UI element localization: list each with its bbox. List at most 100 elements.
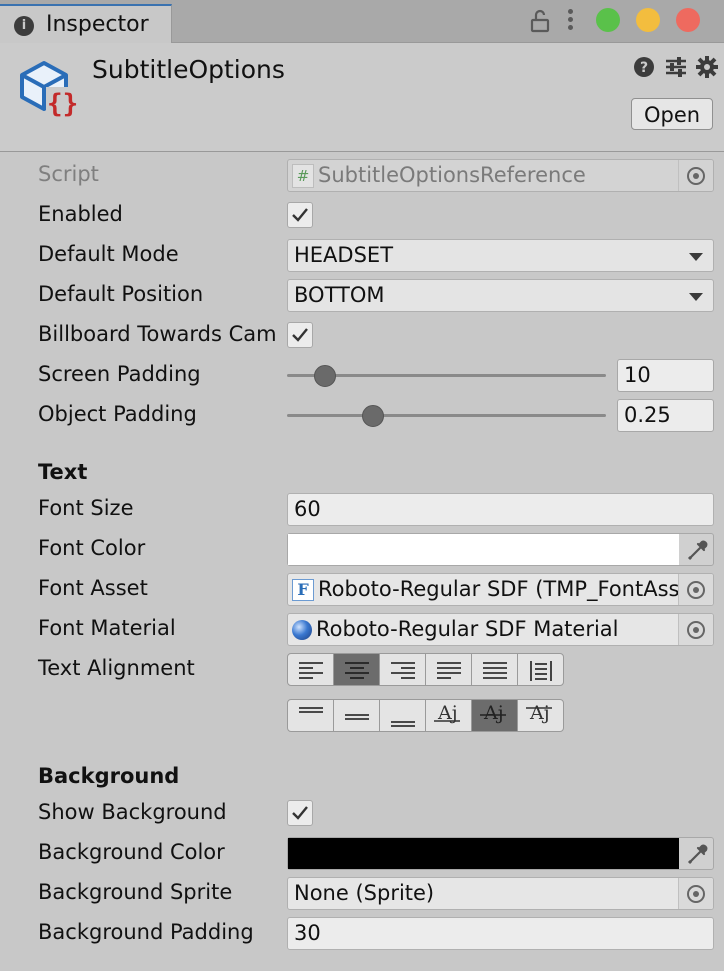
align-middle-icon (345, 714, 369, 720)
align-baseline-button[interactable]: Aj (425, 699, 472, 732)
background-color-swatch[interactable] (288, 838, 679, 869)
object-picker-button[interactable] (678, 614, 713, 645)
default-position-dropdown[interactable]: BOTTOM (287, 279, 714, 312)
default-position-label: Default Position (38, 282, 204, 306)
background-sprite-value: None (Sprite) (294, 881, 435, 905)
font-size-input[interactable]: 60 (287, 493, 714, 526)
maximize-button[interactable] (596, 8, 620, 32)
checkmark-icon (292, 328, 308, 342)
background-color-field[interactable] (287, 837, 714, 870)
font-asset-icon: F (292, 579, 314, 601)
enabled-checkbox[interactable] (287, 202, 313, 228)
material-icon (292, 620, 312, 640)
minimize-button[interactable] (636, 8, 660, 32)
align-baseline-icon (434, 720, 460, 722)
show-background-checkbox[interactable] (287, 800, 313, 826)
geometry-center-button[interactable] (517, 653, 564, 686)
background-section-heading: Background (38, 764, 180, 788)
close-button[interactable] (676, 8, 700, 32)
align-capline-button[interactable]: Aj (517, 699, 564, 732)
align-bottom-button[interactable] (379, 699, 426, 732)
font-material-field[interactable]: Roboto-Regular SDF Material (287, 613, 714, 646)
align-left-icon (299, 662, 323, 679)
align-center-icon (345, 662, 369, 679)
eyedropper-icon[interactable] (681, 840, 711, 867)
font-material-value: Roboto-Regular SDF Material (316, 617, 619, 641)
object-picker-button[interactable] (678, 878, 713, 909)
font-color-field[interactable] (287, 533, 714, 566)
screen-padding-label: Screen Padding (38, 362, 201, 386)
flush-icon (483, 662, 507, 679)
font-asset-value: Roboto-Regular SDF (TMP_FontAsset) (318, 577, 709, 601)
align-bottom-icon (391, 721, 415, 727)
billboard-label: Billboard Towards Cam (38, 322, 277, 346)
open-button[interactable]: Open (631, 98, 713, 130)
font-size-label: Font Size (38, 496, 134, 520)
enabled-label: Enabled (38, 202, 123, 226)
default-mode-value: HEADSET (294, 243, 394, 267)
scriptable-object-icon: {} (20, 61, 78, 119)
screen-padding-input[interactable]: 10 (617, 359, 714, 392)
svg-text:?: ? (640, 60, 648, 76)
vertical-alignment-group: Aj Aj Aj (287, 699, 564, 732)
tab-inspector[interactable]: i Inspector (0, 4, 172, 43)
asset-title: SubtitleOptions (92, 55, 285, 84)
align-capline-icon (526, 707, 552, 709)
billboard-checkbox[interactable] (287, 322, 313, 348)
background-padding-input[interactable]: 30 (287, 917, 714, 950)
help-icon[interactable]: ? (633, 56, 655, 78)
object-padding-slider-thumb[interactable] (362, 405, 385, 427)
screen-padding-slider-thumb[interactable] (314, 365, 337, 387)
checkmark-icon (292, 806, 308, 820)
script-field[interactable]: # SubtitleOptionsReference (287, 159, 714, 192)
lock-icon[interactable] (530, 9, 550, 33)
chevron-down-icon (689, 253, 703, 261)
font-asset-label: Font Asset (38, 576, 148, 600)
more-options-icon[interactable] (566, 9, 574, 31)
default-mode-dropdown[interactable]: HEADSET (287, 239, 714, 272)
background-sprite-label: Background Sprite (38, 880, 233, 904)
inspector-header: {} SubtitleOptions ? Open (0, 43, 724, 152)
gear-icon[interactable] (696, 56, 718, 78)
svg-text:{}: {} (47, 89, 78, 119)
align-center-button[interactable] (333, 653, 380, 686)
horizontal-alignment-group (287, 653, 564, 686)
font-color-label: Font Color (38, 536, 146, 560)
info-icon: i (14, 16, 34, 36)
align-left-button[interactable] (287, 653, 334, 686)
flush-button[interactable] (471, 653, 518, 686)
background-color-label: Background Color (38, 840, 225, 864)
default-mode-label: Default Mode (38, 242, 179, 266)
window-titlebar: i Inspector (0, 0, 724, 43)
font-color-swatch[interactable] (288, 534, 679, 565)
text-section-heading: Text (38, 460, 88, 484)
default-position-value: BOTTOM (294, 283, 385, 307)
checkmark-icon (292, 208, 308, 222)
align-middle-button[interactable] (333, 699, 380, 732)
show-background-label: Show Background (38, 800, 227, 824)
object-picker-button[interactable] (678, 574, 713, 605)
geometry-center-icon (530, 661, 552, 681)
settings-sliders-icon[interactable] (664, 56, 688, 78)
script-label: Script (38, 162, 99, 186)
chevron-down-icon (689, 293, 703, 301)
object-padding-input[interactable]: 0.25 (617, 399, 714, 432)
align-right-button[interactable] (379, 653, 426, 686)
font-material-label: Font Material (38, 616, 176, 640)
eyedropper-icon[interactable] (681, 536, 711, 563)
align-midline-button[interactable]: Aj (471, 699, 518, 732)
object-padding-label: Object Padding (38, 402, 197, 426)
align-midline-icon (480, 714, 506, 716)
justify-icon (437, 662, 461, 679)
script-hash-icon: # (292, 164, 314, 188)
justify-button[interactable] (425, 653, 472, 686)
object-picker-button[interactable] (678, 160, 713, 191)
background-padding-label: Background Padding (38, 920, 254, 944)
align-top-icon (299, 707, 323, 713)
object-padding-slider[interactable] (287, 414, 606, 417)
inspector-content: Script # SubtitleOptionsReference Enabled… (0, 152, 724, 971)
script-value: SubtitleOptionsReference (318, 163, 586, 187)
align-top-button[interactable] (287, 699, 334, 732)
font-asset-field[interactable]: F Roboto-Regular SDF (TMP_FontAsset) (287, 573, 714, 606)
background-sprite-field[interactable]: None (Sprite) (287, 877, 714, 910)
